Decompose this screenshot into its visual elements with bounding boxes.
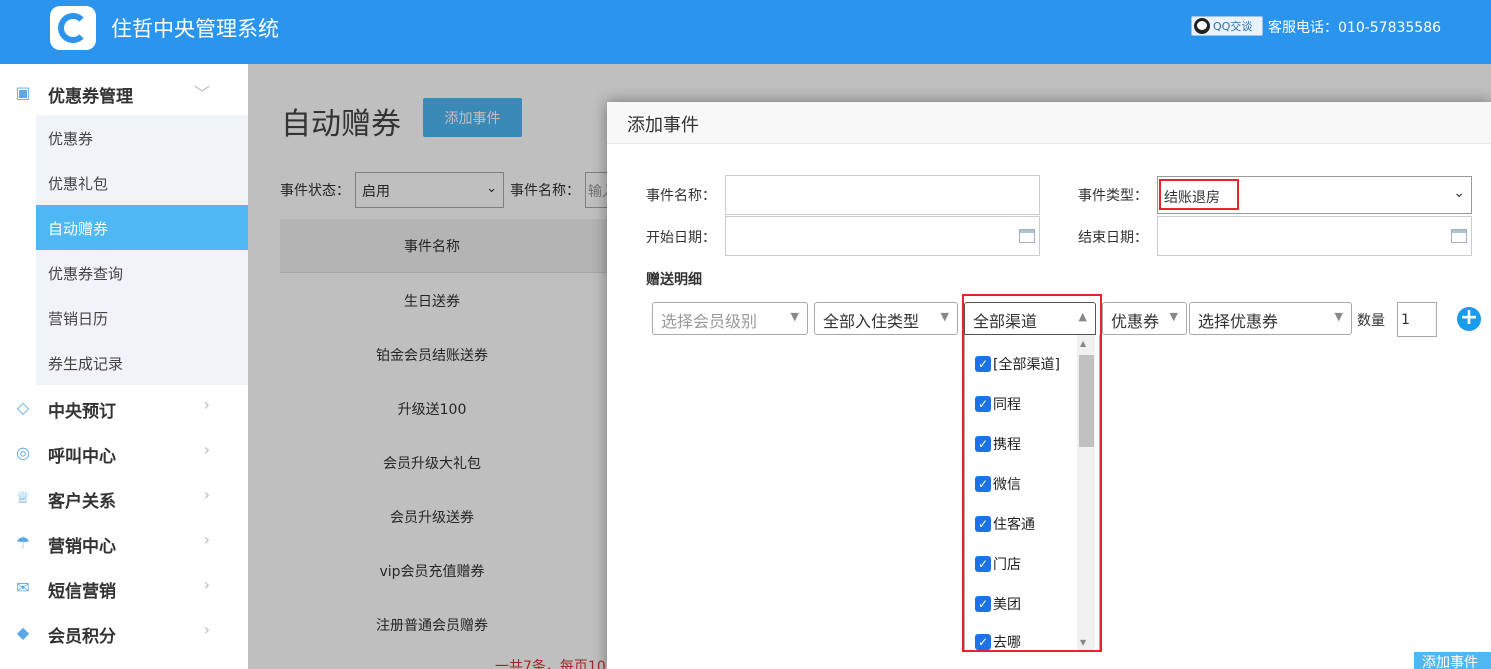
event-type-label: 事件类型：	[1078, 188, 1148, 204]
chevron-down-icon: ﹀	[193, 84, 210, 103]
quantity-input[interactable]: 1	[1397, 302, 1437, 337]
highlight-box	[962, 294, 1102, 652]
member-level-placeholder: 选择会员级别	[661, 312, 758, 331]
chevron-right-icon: ›	[203, 575, 210, 594]
caret-down-icon: ▼	[940, 310, 949, 323]
stay-type-value: 全部入住类型	[823, 312, 920, 331]
sidebar-item-label: 优惠券	[48, 130, 94, 148]
caret-down-icon: ▼	[790, 310, 799, 323]
dialog-title: 添加事件	[627, 115, 699, 136]
tag-icon: ◇	[16, 398, 30, 417]
sidebar-item-label: 营销日历	[48, 310, 109, 328]
start-date-label: 开始日期：	[646, 230, 716, 246]
coupon-select[interactable]: 选择优惠券 ▼	[1189, 302, 1352, 335]
sidebar-item-label: 优惠券查询	[48, 265, 124, 283]
app-title: 住哲中央管理系统	[111, 17, 279, 41]
event-name-label: 事件名称：	[646, 188, 716, 204]
hotline: 客服电话：010-57835586	[1268, 20, 1442, 36]
qq-icon	[1194, 18, 1210, 34]
sidebar-group-call-center[interactable]: ◎ 呼叫中心 ›	[0, 430, 248, 475]
qq-chat-label: QQ交谈	[1213, 20, 1253, 33]
sidebar-group-label: 呼叫中心	[48, 447, 116, 467]
sidebar-group-label: 营销中心	[48, 537, 116, 557]
stay-type-select[interactable]: 全部入住类型 ▼	[814, 302, 958, 335]
sidebar-group-label: 短信营销	[48, 582, 116, 602]
sidebar-group-points[interactable]: ◆ 会员积分 ›	[0, 610, 248, 655]
qq-chat-button[interactable]: QQ交谈	[1191, 16, 1263, 36]
sidebar-group-label: 客户关系	[48, 492, 116, 512]
dialog-header: 添加事件	[607, 102, 1491, 144]
sidebar-item-coupon[interactable]: 优惠券	[36, 115, 248, 160]
section-title: 赠送明细	[646, 272, 702, 288]
event-name-input[interactable]	[725, 175, 1040, 215]
end-date-input[interactable]	[1157, 216, 1472, 256]
sidebar-item-label: 自动赠券	[48, 220, 109, 238]
sidebar-group-label: 中央预订	[48, 402, 116, 422]
start-date-input[interactable]	[725, 216, 1040, 256]
diamond-icon: ◆	[16, 623, 30, 642]
caret-down-icon: ▼	[1169, 310, 1178, 323]
sidebar-group-label: 优惠券管理	[48, 87, 133, 107]
sidebar-item-gift-pack[interactable]: 优惠礼包	[36, 160, 248, 205]
sidebar-group-marketing[interactable]: ☂ 营销中心 ›	[0, 520, 248, 565]
coupon-type-select[interactable]: 优惠券 ▼	[1102, 302, 1187, 335]
sidebar: ▣ 优惠券管理 ﹀ 优惠券 优惠礼包 自动赠券 优惠券查询 营销日历 券生成记录…	[0, 64, 248, 669]
event-type-value: 结账退房	[1159, 179, 1239, 210]
sidebar-group-crm[interactable]: ♕ 客户关系 ›	[0, 475, 248, 520]
ticket-icon: ▣	[15, 83, 31, 102]
sidebar-group-booking[interactable]: ◇ 中央预订 ›	[0, 385, 248, 430]
chevron-right-icon: ›	[203, 530, 210, 549]
sidebar-item-coupon-query[interactable]: 优惠券查询	[36, 250, 248, 295]
chevron-down-icon: ⌄	[1453, 185, 1465, 201]
calendar-icon[interactable]	[1019, 229, 1035, 243]
mail-icon: ✉	[16, 578, 30, 597]
sidebar-item-label: 券生成记录	[48, 355, 124, 373]
sidebar-group-coupon[interactable]: ▣ 优惠券管理 ﹀	[0, 70, 248, 115]
calendar-icon[interactable]	[1451, 229, 1467, 243]
sidebar-group-sms[interactable]: ✉ 短信营销 ›	[0, 565, 248, 610]
event-type-select[interactable]: 结账退房 ⌄	[1157, 176, 1472, 214]
phone-icon: ◎	[16, 443, 30, 462]
submit-add-event-button[interactable]: 添加事件	[1414, 652, 1491, 669]
sidebar-item-label: 优惠礼包	[48, 175, 109, 193]
add-row-icon[interactable]: +	[1457, 307, 1481, 331]
chevron-right-icon: ›	[203, 620, 210, 639]
chevron-right-icon: ›	[203, 485, 210, 504]
member-level-select[interactable]: 选择会员级别 ▼	[652, 302, 808, 335]
caret-down-icon: ▼	[1334, 310, 1343, 323]
coupon-placeholder: 选择优惠券	[1198, 312, 1279, 331]
sidebar-group-label: 会员积分	[48, 627, 116, 647]
quantity-label: 数量	[1357, 313, 1385, 329]
chevron-right-icon: ›	[203, 395, 210, 414]
trophy-icon: ♕	[15, 488, 31, 507]
end-date-label: 结束日期：	[1078, 230, 1148, 246]
logo-icon	[50, 6, 96, 50]
chevron-right-icon: ›	[203, 440, 210, 459]
coupon-type-value: 优惠券	[1111, 312, 1160, 331]
umbrella-icon: ☂	[15, 533, 31, 552]
sidebar-item-generation-log[interactable]: 券生成记录	[36, 340, 248, 385]
sidebar-item-calendar[interactable]: 营销日历	[36, 295, 248, 340]
sidebar-item-auto-coupon[interactable]: 自动赠券	[36, 205, 248, 250]
app-header: 住哲中央管理系统 QQ交谈 客服电话：010-57835586	[0, 0, 1491, 64]
